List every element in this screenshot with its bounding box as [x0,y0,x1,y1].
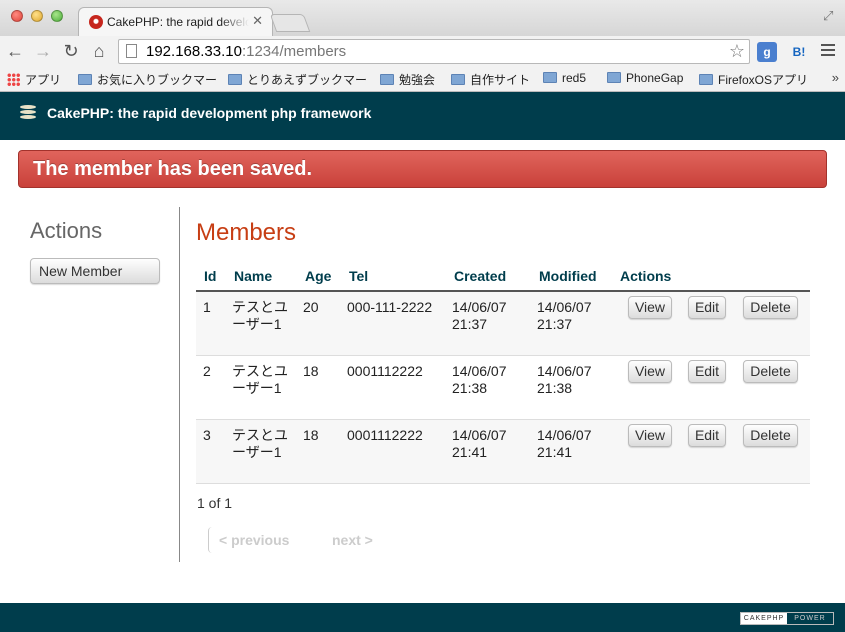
bookmark-folder[interactable]: お気に入りブックマー [78,71,217,88]
browser-titlebar: CakePHP: the rapid development php frame… [0,0,845,36]
edit-button[interactable]: Edit [688,296,726,319]
browser-toolbar: ← → ↻ ⌂ 192.168.33.10:1234/members ☆ g B… [0,36,845,67]
fullscreen-icon[interactable]: ⤢ [823,8,837,23]
site-footer: CAKEPHP POWER [0,603,845,632]
cell-id: 3 [203,427,211,443]
sidebar-divider [179,207,180,562]
page-icon [126,44,137,58]
cakephp-power-badge[interactable]: CAKEPHP POWER [740,612,834,625]
bookmark-folder[interactable]: red5 [543,71,586,85]
delete-button[interactable]: Delete [743,296,798,319]
table-row: 2 テスとユーザー1 18 0001112222 14/06/07 21:38 … [196,356,810,420]
folder-icon [543,72,557,83]
folder-icon [699,74,713,85]
bookmark-folder[interactable]: PhoneGap [607,71,683,85]
next-page-link[interactable]: next > [332,532,373,548]
bookmark-folder[interactable]: とりあえずブックマー [228,71,367,88]
cell-name: テスとユーザー1 [232,427,288,460]
table-row: 3 テスとユーザー1 18 0001112222 14/06/07 21:41 … [196,420,810,484]
cell-tel: 000-111-2222 [347,299,433,315]
cell-name: テスとユーザー1 [232,363,288,396]
view-button[interactable]: View [628,424,672,447]
actions-heading: Actions [30,218,103,243]
cell-id: 2 [203,363,211,379]
page-counter: 1 of 1 [197,495,233,511]
bookmark-folder[interactable]: 自作サイト [451,71,530,88]
members-table: Id Name Age Tel Created Modified Actions… [196,262,810,484]
pagination: < previous next > [208,527,388,553]
address-url[interactable]: 192.168.33.10:1234/members [146,43,346,60]
flash-message: The member has been saved. [18,150,827,188]
folder-icon [228,74,242,85]
folder-icon [607,72,621,83]
edit-button[interactable]: Edit [688,424,726,447]
bookmark-folder[interactable]: 勉強会 [380,71,435,88]
sort-modified-link[interactable]: Modified [539,268,597,284]
sort-name-link[interactable]: Name [234,268,272,284]
cell-modified: 14/06/07 21:37 [537,299,592,332]
cell-created: 14/06/07 21:38 [452,363,507,396]
sort-id-link[interactable]: Id [204,268,216,284]
delete-button[interactable]: Delete [743,424,798,447]
apps-icon [7,73,20,86]
new-member-button[interactable]: New Member [30,258,160,284]
bookmark-folder[interactable]: FirefoxOSアプリ [699,71,808,88]
previous-page-link[interactable]: < previous [219,532,289,548]
sort-tel-link[interactable]: Tel [349,268,368,284]
home-icon[interactable]: ⌂ [88,40,110,62]
cell-created: 14/06/07 21:41 [452,427,507,460]
cell-tel: 0001112222 [347,363,423,379]
address-bar[interactable]: 192.168.33.10:1234/members ☆ [118,39,750,64]
cell-tel: 0001112222 [347,427,423,443]
cell-modified: 14/06/07 21:41 [537,427,592,460]
bookmarks-bar: アプリ お気に入りブックマー とりあえずブックマー 勉強会 自作サイト red5… [0,67,845,92]
cake-logo-icon [20,105,36,123]
folder-icon [380,74,394,85]
google-extension-icon[interactable]: g [757,42,777,62]
browser-tab[interactable]: CakePHP: the rapid development php frame… [78,7,273,36]
bookmark-apps[interactable]: アプリ [7,71,61,88]
new-tab-button[interactable] [269,14,311,32]
cell-created: 14/06/07 21:37 [452,299,507,332]
cell-age: 18 [303,427,319,443]
badge-right-text: POWER [787,613,833,624]
actions-column-header: Actions [620,268,672,284]
folder-icon [78,74,92,85]
reload-icon[interactable]: ↻ [60,40,82,62]
bookmark-star-icon[interactable]: ☆ [729,41,745,62]
sort-created-link[interactable]: Created [454,268,506,284]
cell-age: 20 [303,299,319,315]
view-button[interactable]: View [628,296,672,319]
hatena-bookmark-extension-icon[interactable]: B! [789,42,809,62]
view-button[interactable]: View [628,360,672,383]
cell-age: 18 [303,363,319,379]
cell-name: テスとユーザー1 [232,299,288,332]
cell-modified: 14/06/07 21:38 [537,363,592,396]
folder-icon [451,74,465,85]
forward-arrow-icon[interactable]: → [32,40,54,62]
delete-button[interactable]: Delete [743,360,798,383]
table-header: Id Name Age Tel Created Modified Actions [196,262,810,292]
close-window-button[interactable] [11,10,23,22]
site-title-link[interactable]: CakePHP: the rapid development php frame… [47,105,371,121]
cell-id: 1 [203,299,211,315]
site-header: CakePHP: the rapid development php frame… [0,92,845,140]
minimize-window-button[interactable] [31,10,43,22]
sort-age-link[interactable]: Age [305,268,331,284]
zoom-window-button[interactable] [51,10,63,22]
browser-menu-icon[interactable] [821,44,835,59]
bookmarks-overflow-icon[interactable]: » [832,70,839,85]
badge-left-text: CAKEPHP [741,613,787,624]
edit-button[interactable]: Edit [688,360,726,383]
page-title: Members [196,219,297,246]
cakephp-favicon-icon [89,15,103,29]
table-row: 1 テスとユーザー1 20 000-111-2222 14/06/07 21:3… [196,292,810,356]
tab-close-icon[interactable]: ✕ [252,14,263,28]
tab-title: CakePHP: the rapid development php frame… [107,15,249,29]
back-arrow-icon[interactable]: ← [4,40,26,62]
